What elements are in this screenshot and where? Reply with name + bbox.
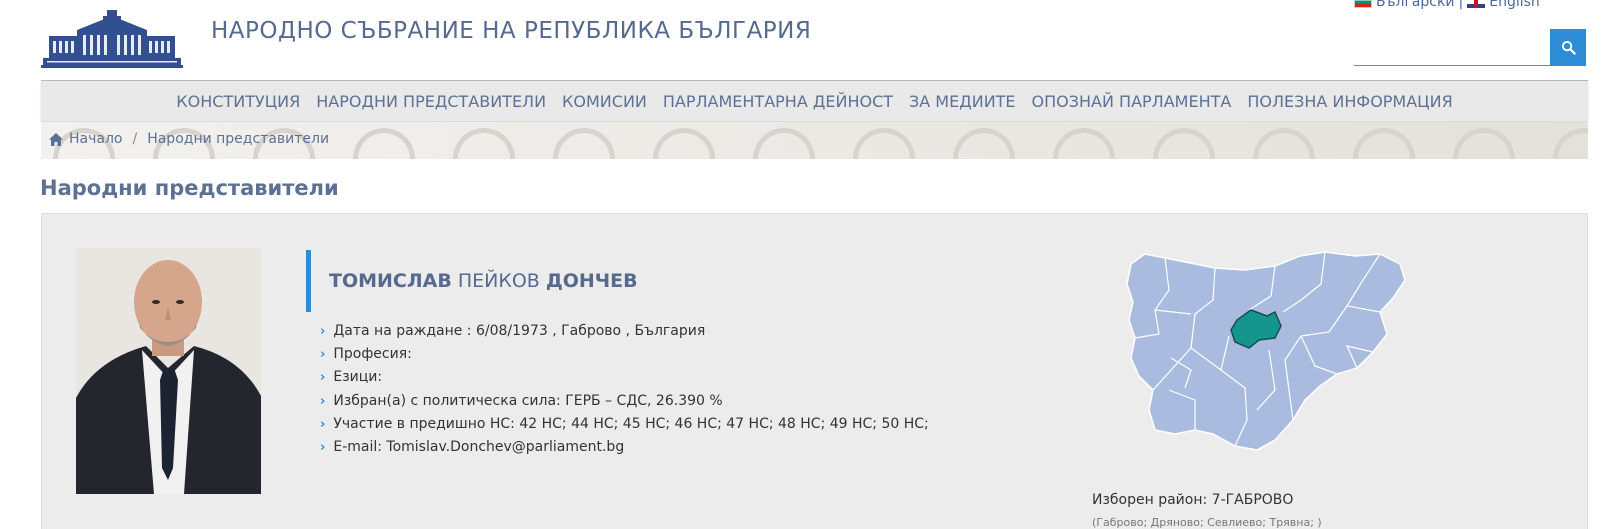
page-title: Народни представители	[40, 176, 339, 200]
mp-name: ТОМИСЛАВ ПЕЙКОВ ДОНЧЕВ	[306, 250, 644, 312]
list-item: › Дата на раждане : 6/08/1973 , Габрово ,…	[320, 320, 929, 343]
mp-first-name: ТОМИСЛАВ	[329, 270, 452, 292]
site-title[interactable]: НАРОДНО СЪБРАНИЕ НА РЕПУБЛИКА БЪЛГАРИЯ	[211, 18, 811, 44]
list-item: › E-mail: Tomislav.Donchev@parliament.bg	[320, 436, 929, 459]
nav-item-constitution[interactable]: КОНСТИТУЦИЯ	[176, 92, 300, 111]
bulgarian-language-link[interactable]: Български	[1376, 0, 1455, 10]
breadcrumb-current-link[interactable]: Народни представители	[147, 131, 329, 147]
bulgarian-flag-icon[interactable]	[1354, 0, 1372, 8]
list-item: › Професия:	[320, 343, 929, 366]
chevron-right-icon: ›	[320, 347, 326, 363]
search-box	[1354, 29, 1586, 66]
mp-middle-name: ПЕЙКОВ	[457, 270, 540, 292]
list-item: › Избран(а) с политическа сила: ГЕРБ – СД…	[320, 390, 929, 413]
english-language-link[interactable]: English	[1489, 0, 1540, 10]
nav-item-for-media[interactable]: ЗА МЕДИИТЕ	[909, 92, 1016, 111]
language-switcher: Български | English	[1354, 0, 1540, 10]
birth-date-text: Дата на раждане : 6/08/1973 , Габрово , …	[333, 323, 706, 339]
breadcrumb-home-link[interactable]: Начало	[69, 131, 122, 147]
nav-item-parliamentary-activity[interactable]: ПАРЛАМЕНТАРНА ДЕЙНОСТ	[663, 92, 893, 111]
nav-item-know-parliament[interactable]: ОПОЗНАЙ ПАРЛАМЕНТА	[1032, 92, 1232, 111]
political-party-text: Избран(а) с политическа сила: ГЕРБ – СДС…	[333, 392, 723, 409]
email-link[interactable]: E-mail: Tomislav.Donchev@parliament.bg	[333, 436, 624, 459]
list-item: › Участие в предишно НС: 42 НС; 44 НС; 45…	[320, 413, 929, 436]
electoral-district-towns: (Габрово; Дряново; Севлиево; Трявна; )	[1092, 516, 1322, 529]
chevron-right-icon: ›	[320, 393, 326, 409]
language-separator: |	[1458, 0, 1464, 10]
home-icon[interactable]	[49, 132, 63, 146]
search-input[interactable]	[1354, 29, 1550, 66]
mp-last-name: ДОНЧЕВ	[545, 270, 638, 292]
parliament-logo[interactable]	[41, 10, 183, 68]
mp-photo	[76, 248, 261, 494]
chevron-right-icon: ›	[320, 324, 326, 339]
breadcrumb-separator: /	[132, 131, 138, 147]
mp-details-list: › Дата на раждане : 6/08/1973 , Габрово ,…	[320, 320, 929, 459]
mp-profile-card: ТОМИСЛАВ ПЕЙКОВ ДОНЧЕВ › Дата на раждане …	[41, 213, 1588, 529]
nav-item-committees[interactable]: КОМИСИИ	[562, 92, 647, 111]
profession-text: Професия:	[333, 346, 412, 363]
breadcrumb: Начало / Народни представители	[49, 131, 329, 147]
chevron-right-icon: ›	[320, 416, 326, 432]
bulgaria-map	[1126, 251, 1406, 451]
chevron-right-icon: ›	[320, 439, 326, 455]
breadcrumb-banner: Начало / Народни представители	[41, 122, 1588, 159]
map-region-bulgaria	[1126, 251, 1406, 451]
previous-parliaments-text: Участие в предишно НС: 42 НС; 44 НС; 45 …	[333, 415, 929, 432]
nav-item-mps[interactable]: НАРОДНИ ПРЕДСТАВИТЕЛИ	[316, 92, 546, 111]
uk-flag-icon[interactable]	[1467, 0, 1486, 8]
nav-item-useful-info[interactable]: ПОЛЕЗНА ИНФОРМАЦИЯ	[1247, 92, 1452, 111]
electoral-district: Изборен район: 7-ГАБРОВО	[1092, 492, 1294, 508]
search-button[interactable]	[1550, 29, 1586, 66]
languages-text: Езици:	[333, 369, 383, 386]
search-icon	[1561, 40, 1576, 55]
list-item: › Езици:	[320, 366, 929, 389]
chevron-right-icon: ›	[320, 370, 326, 386]
main-navigation: КОНСТИТУЦИЯ НАРОДНИ ПРЕДСТАВИТЕЛИ КОМИСИ…	[41, 80, 1588, 121]
